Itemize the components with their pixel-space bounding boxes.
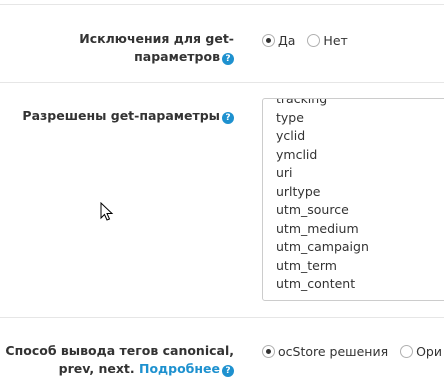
allowed-param-item[interactable]: urltype <box>276 183 369 202</box>
mouse-pointer-icon <box>100 202 114 221</box>
allowed-param-item[interactable]: yclid <box>276 127 369 146</box>
canonical-label-line2: prev, next. Подробнее? <box>5 360 234 378</box>
exceptions-label-line1: Исключения для get- <box>79 31 234 46</box>
allowed-param-item[interactable]: uri <box>276 164 369 183</box>
radio-checked-icon[interactable] <box>262 345 275 358</box>
help-icon[interactable]: ? <box>222 53 234 65</box>
radio-checked-icon[interactable] <box>262 34 275 47</box>
setting-row-canonical: Способ вывода тегов canonical, prev, nex… <box>0 318 444 378</box>
allowed-params-textarea[interactable]: tracking type yclid ymclid uri urltype utm_sou… <box>262 98 444 301</box>
allowed-param-item[interactable]: tracking <box>276 99 369 109</box>
exceptions-option-no[interactable]: Нет <box>307 33 348 48</box>
allowed-params-label-text: Разрешены get-параметры <box>22 108 220 123</box>
canonical-label-line1: Способ вывода тегов canonical, <box>5 343 234 358</box>
allowed-param-item[interactable]: utm_source <box>276 201 369 220</box>
exceptions-radio-group: Да Нет <box>262 33 356 48</box>
help-icon[interactable]: ? <box>222 112 234 124</box>
exceptions-option-yes[interactable]: Да <box>262 33 295 48</box>
canonical-option-original[interactable]: Ори <box>400 344 442 359</box>
exceptions-option-yes-label: Да <box>278 33 296 48</box>
allowed-params-label: Разрешены get-параметры? <box>22 107 234 125</box>
exceptions-label: Исключения для get- параметров? <box>79 30 234 66</box>
more-link[interactable]: Подробнее <box>139 361 220 376</box>
allowed-param-item[interactable]: utm_medium <box>276 220 369 239</box>
allowed-param-item[interactable]: utm_campaign <box>276 238 369 257</box>
setting-row-exceptions: Исключения для get- параметров? Да Нет <box>0 5 444 83</box>
allowed-param-item[interactable]: type <box>276 109 369 128</box>
canonical-label-prefix: prev, next. <box>58 361 135 376</box>
canonical-option-ocstore[interactable]: ocStore решения <box>262 344 388 359</box>
canonical-radio-group: ocStore решения Ори <box>262 344 444 359</box>
allowed-param-item[interactable]: utm_content <box>276 275 369 294</box>
allowed-param-item[interactable]: utm_term <box>276 257 369 276</box>
canonical-option-original-label: Ори <box>416 344 442 359</box>
exceptions-label-line2: параметров? <box>79 48 234 66</box>
canonical-label: Способ вывода тегов canonical, prev, nex… <box>5 342 234 378</box>
allowed-params-list: tracking type yclid ymclid uri urltype utm_sou… <box>276 99 369 294</box>
canonical-option-ocstore-label: ocStore решения <box>278 344 389 359</box>
radio-unchecked-icon[interactable] <box>307 34 321 47</box>
allowed-param-item[interactable]: ymclid <box>276 146 369 165</box>
exceptions-option-no-label: Нет <box>323 33 348 48</box>
radio-unchecked-icon[interactable] <box>400 345 414 358</box>
help-icon[interactable]: ? <box>222 365 234 377</box>
